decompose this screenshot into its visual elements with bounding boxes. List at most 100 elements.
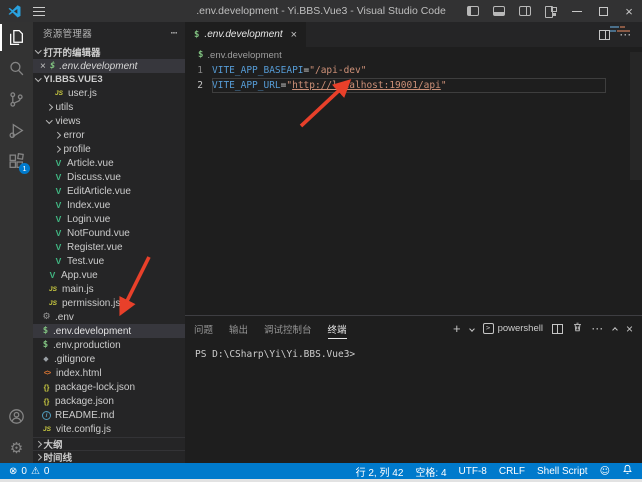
tree-item-article-vue[interactable]: VArticle.vue <box>33 156 185 170</box>
shellscript-icon: $ <box>42 326 49 336</box>
tree-item--env[interactable]: ⚙.env <box>33 310 185 324</box>
gear-icon: ⚙ <box>42 312 51 322</box>
tree-item-register-vue[interactable]: VRegister.vue <box>33 240 185 254</box>
tree-item-label: Register.vue <box>67 242 123 253</box>
kill-terminal-icon[interactable] <box>572 320 583 338</box>
maximize-panel-icon[interactable] <box>612 327 618 333</box>
customize-layout-button[interactable] <box>538 0 564 22</box>
code-line-2[interactable]: 2VITE_APP_URL="http://localhost:19001/ap… <box>185 78 642 93</box>
tree-item-notfound-vue[interactable]: VNotFound.vue <box>33 226 185 240</box>
tree-item-index-html[interactable]: <>index.html <box>33 366 185 380</box>
tree-item-editarticle-vue[interactable]: VEditArticle.vue <box>33 184 185 198</box>
run-debug-icon[interactable] <box>0 115 33 146</box>
js-icon: JS <box>54 90 64 97</box>
sidebar-more-actions-icon[interactable]: ··· <box>171 28 178 39</box>
maximize-button[interactable] <box>590 0 616 22</box>
tab-env-development[interactable]: $ .env.development × <box>185 22 306 47</box>
panel-tab-inactive[interactable]: 调试控制台 <box>264 319 312 339</box>
panel-tab-active[interactable]: 终端 <box>328 319 347 339</box>
indentation[interactable]: 空格: 4 <box>415 464 446 479</box>
encoding[interactable]: UTF-8 <box>459 466 487 477</box>
minimize-button[interactable] <box>564 0 590 22</box>
warning-count: 0 <box>44 466 50 477</box>
language-mode[interactable]: Shell Script <box>537 466 588 477</box>
search-icon[interactable] <box>0 53 33 84</box>
code-line-1[interactable]: 1VITE_APP_BASEAPI="/api-dev" <box>185 63 642 78</box>
editor-scrollbar[interactable] <box>630 52 642 180</box>
line-content: VITE_APP_URL="http://localhost:19001/api… <box>212 78 606 93</box>
tree-item--env-development[interactable]: $.env.development <box>33 324 185 338</box>
tree-item-login-vue[interactable]: VLogin.vue <box>33 212 185 226</box>
explorer-icon[interactable] <box>0 22 33 53</box>
tab-close-icon[interactable]: × <box>291 29 297 41</box>
tree-item-app-vue[interactable]: VApp.vue <box>33 268 185 282</box>
source-control-icon[interactable] <box>0 84 33 115</box>
minimap[interactable] <box>610 26 636 34</box>
close-panel-icon[interactable]: × <box>626 322 633 336</box>
tree-item--env-production[interactable]: $.env.production <box>33 338 185 352</box>
tree-item-label: views <box>56 116 81 127</box>
timeline-section[interactable]: 时间线 <box>33 450 185 463</box>
problems-status[interactable]: ⊗ 0 ⚠ 0 <box>9 466 49 477</box>
tree-item-index-vue[interactable]: VIndex.vue <box>33 198 185 212</box>
tree-item-discuss-vue[interactable]: VDiscuss.vue <box>33 170 185 184</box>
terminal-instance[interactable]: > powershell <box>483 323 543 334</box>
editor-group: $ .env.development × ··· $ .env.developm… <box>185 22 642 315</box>
editor-tab-bar: $ .env.development × ··· <box>185 22 642 47</box>
tree-item-permission-js[interactable]: JSpermission.js <box>33 296 185 310</box>
tree-item-utils[interactable]: utils <box>33 100 185 114</box>
toggle-secondary-sidebar-button[interactable] <box>512 0 538 22</box>
code-token: " <box>441 80 447 91</box>
toggle-panel-button[interactable] <box>486 0 512 22</box>
terminal-output[interactable]: PS D:\CSharp\Yi\Yi.BBS.Vue3> <box>185 341 642 360</box>
code-area[interactable]: 1VITE_APP_BASEAPI="/api-dev"2VITE_APP_UR… <box>185 63 642 93</box>
notifications-bell-icon[interactable] <box>622 464 633 478</box>
terminal-dropdown-icon[interactable] <box>469 326 475 332</box>
tree-item-error[interactable]: error <box>33 128 185 142</box>
tree-item-main-js[interactable]: JSmain.js <box>33 282 185 296</box>
panel-more-actions-icon[interactable]: ··· <box>592 324 604 334</box>
tree-item-test-vue[interactable]: VTest.vue <box>33 254 185 268</box>
panel-tab-inactive[interactable]: 输出 <box>229 319 248 339</box>
breadcrumb-item[interactable]: .env.development <box>207 50 281 61</box>
terminal-shell-label: powershell <box>498 323 543 334</box>
breadcrumb[interactable]: $ .env.development <box>185 47 642 63</box>
extensions-icon[interactable]: 1 <box>0 146 33 177</box>
open-editors-header[interactable]: 打开的编辑器 <box>33 44 185 59</box>
tree-item-package-lock-json[interactable]: {}package-lock.json <box>33 380 185 394</box>
settings-gear-icon[interactable]: ⚙ <box>0 432 33 463</box>
open-editor-item[interactable]: × $ .env.development <box>33 59 185 73</box>
account-icon[interactable] <box>0 401 33 432</box>
line-number: 1 <box>185 65 212 76</box>
panel-tab-inactive[interactable]: 问题 <box>194 319 213 339</box>
line-number: 2 <box>185 80 212 91</box>
js-icon: JS <box>48 300 58 307</box>
tree-item-views[interactable]: views <box>33 114 185 128</box>
json-icon: {} <box>42 397 51 406</box>
tree-item-package-json[interactable]: {}package.json <box>33 394 185 408</box>
cursor-position[interactable]: 行 2, 列 42 <box>356 464 404 479</box>
tree-item-user-js[interactable]: JSuser.js <box>33 86 185 100</box>
feedback-icon[interactable]: ☺ <box>600 466 610 477</box>
tree-item-label: package-lock.json <box>55 382 135 393</box>
tree-item-vite-config-js[interactable]: JSvite.config.js <box>33 422 185 436</box>
url-link[interactable]: http://localhost:19001/api <box>292 80 441 91</box>
bottom-panel: 问题输出调试控制台终端 + > powershell ··· × PS D:\C… <box>185 315 642 463</box>
close-icon[interactable]: × <box>40 61 46 72</box>
eol-sequence[interactable]: CRLF <box>499 466 525 477</box>
tree-item-readme-md[interactable]: iREADME.md <box>33 408 185 422</box>
split-editor-icon[interactable] <box>599 30 610 40</box>
outline-section[interactable]: 大纲 <box>33 437 185 450</box>
shellscript-icon: $ <box>198 50 203 60</box>
tree-item--gitignore[interactable]: ◆.gitignore <box>33 352 185 366</box>
tree-item-label: Test.vue <box>67 256 104 267</box>
vue-icon: V <box>48 270 57 280</box>
tree-item-label: Index.vue <box>67 200 110 211</box>
new-terminal-icon[interactable]: + <box>453 322 461 335</box>
project-root-header[interactable]: YI.BBS.VUE3 <box>33 73 185 86</box>
split-terminal-icon[interactable] <box>552 324 563 334</box>
tree-item-profile[interactable]: profile <box>33 142 185 156</box>
toggle-sidebar-button[interactable] <box>460 0 486 22</box>
close-button[interactable]: × <box>616 0 642 22</box>
menu-icon[interactable] <box>33 7 45 16</box>
